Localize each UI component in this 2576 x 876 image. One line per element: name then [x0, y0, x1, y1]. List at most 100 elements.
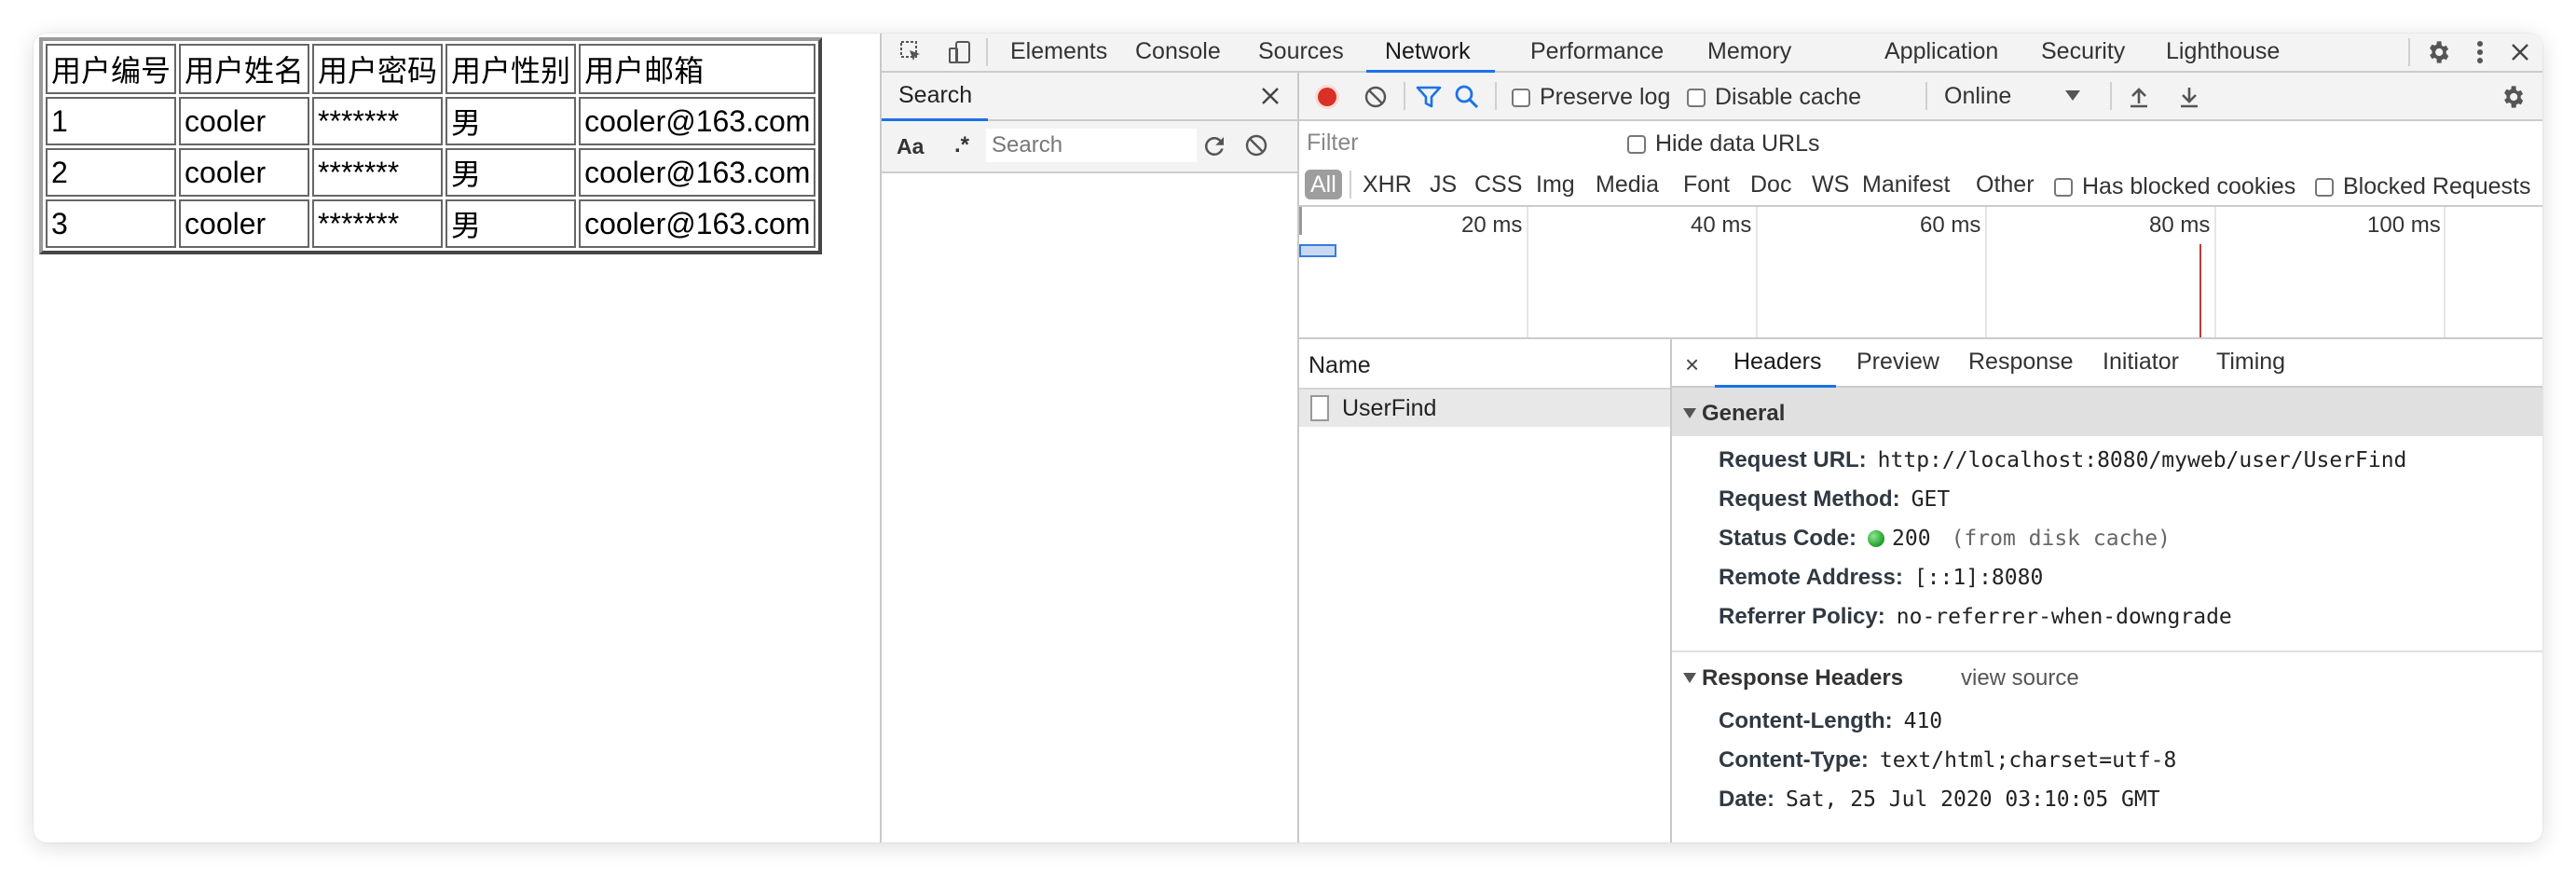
match-case-button[interactable]: Aa [897, 134, 924, 159]
close-details-icon[interactable]: × [1685, 350, 1699, 379]
tab-elements[interactable]: Elements [1010, 34, 1107, 71]
timeline-gridline [2444, 207, 2446, 337]
tab-sources[interactable]: Sources [1258, 34, 1344, 71]
checkbox-box[interactable] [2054, 177, 2073, 197]
toolbar-separator [1350, 171, 1351, 198]
request-details: × Headers Preview Response Initiator Tim… [1672, 339, 2542, 842]
type-filter-other[interactable]: Other [1972, 170, 2038, 199]
type-filter-all[interactable]: All [1305, 170, 1342, 199]
search-icon[interactable] [1452, 82, 1482, 112]
import-har-icon[interactable] [2125, 84, 2153, 110]
tab-security[interactable]: Security [2041, 34, 2125, 71]
triangle-down-icon [1683, 408, 1696, 418]
filter-input[interactable] [1305, 127, 1616, 158]
preserve-log-label: Preserve log [1540, 84, 1671, 110]
tab-application[interactable]: Application [1884, 34, 1998, 71]
table-cell: 2 [46, 148, 177, 197]
content-type-row: Content-Type: text/html;charset=utf-8 [1719, 747, 2176, 773]
type-filter-img[interactable]: Img [1532, 170, 1579, 199]
close-devtools-icon[interactable] [2503, 34, 2537, 71]
checkbox-box[interactable] [1512, 88, 1530, 107]
regex-button[interactable]: .* [954, 132, 969, 158]
request-row[interactable]: UserFind [1299, 390, 1670, 427]
tab-response[interactable]: Response [1968, 339, 2074, 386]
tab-network[interactable]: Network [1385, 34, 1471, 71]
search-panel-header: Search [882, 73, 1297, 121]
disable-cache-checkbox[interactable]: Disable cache [1687, 84, 1861, 111]
settings-gear-icon[interactable] [2419, 34, 2457, 71]
search-panel-title[interactable]: Search [898, 73, 972, 117]
refresh-icon[interactable] [1200, 132, 1228, 160]
general-section-title: General [1702, 401, 1786, 426]
throttling-select[interactable]: Online [1944, 73, 2011, 119]
blocked-requests-checkbox[interactable]: Blocked Requests [2315, 173, 2531, 200]
filter-icon[interactable] [1415, 84, 1443, 110]
device-toolbar-icon[interactable] [941, 34, 979, 71]
has-blocked-cookies-checkbox[interactable]: Has blocked cookies [2054, 173, 2295, 200]
timeline-request-bar [1299, 244, 1336, 257]
status-code-row: Status Code: 200 (from disk cache) [1719, 526, 2171, 552]
inspect-element-icon[interactable] [893, 34, 930, 71]
filter-row: Hide data URLs [1299, 121, 2542, 162]
table-cell: cooler [179, 148, 310, 197]
more-options-icon[interactable] [2466, 34, 2494, 71]
clear-log-icon[interactable] [1363, 84, 1389, 110]
header-key: Request URL: [1719, 447, 1867, 472]
table-header-cell: 用户邮箱 [579, 44, 816, 94]
toolbar-separator [2408, 38, 2410, 66]
tab-performance[interactable]: Performance [1530, 34, 1664, 71]
tab-lighthouse[interactable]: Lighthouse [2166, 34, 2280, 71]
timeline-tick-label: 40 ms [1691, 212, 1752, 238]
request-list: Name UserFind [1299, 339, 1672, 842]
close-search-icon[interactable] [1258, 84, 1282, 108]
network-settings-gear-icon[interactable] [2498, 82, 2528, 112]
header-value: no-referrer-when-downgrade [1896, 605, 2232, 629]
checkbox-box[interactable] [1687, 88, 1706, 107]
tab-preview[interactable]: Preview [1857, 339, 1939, 386]
timeline-gridline [1756, 207, 1758, 337]
type-filter-ws[interactable]: WS [1808, 170, 1853, 199]
record-icon[interactable] [1312, 82, 1342, 112]
tab-timing[interactable]: Timing [2216, 339, 2285, 386]
tab-memory[interactable]: Memory [1707, 34, 1791, 71]
network-toolbar: Preserve log Disable cache Online [1299, 73, 2542, 121]
type-filter-font[interactable]: Font [1679, 170, 1733, 199]
blocked-requests-label: Blocked Requests [2343, 173, 2531, 199]
triangle-down-icon [1683, 673, 1696, 683]
timeline-overview[interactable]: 20 ms 40 ms 60 ms 80 ms 100 ms [1299, 207, 2542, 339]
checkbox-box[interactable] [1627, 134, 1646, 154]
table-cell: 男 [445, 97, 577, 145]
type-filter-doc[interactable]: Doc [1747, 170, 1795, 199]
name-column-header[interactable]: Name [1309, 352, 1371, 379]
preserve-log-checkbox[interactable]: Preserve log [1512, 84, 1670, 111]
search-input[interactable] [986, 129, 1197, 162]
remote-address-row: Remote Address: [::1]:8080 [1719, 565, 2043, 591]
clear-icon[interactable] [1243, 132, 1271, 160]
toolbar-separator [1925, 82, 1927, 110]
type-filter-xhr[interactable]: XHR [1359, 170, 1416, 199]
type-filter-js[interactable]: JS [1426, 170, 1460, 199]
type-filter-manifest[interactable]: Manifest [1858, 170, 1953, 199]
checkbox-box[interactable] [2315, 177, 2334, 197]
hide-data-urls-checkbox[interactable]: Hide data URLs [1627, 130, 1819, 157]
type-filter-media[interactable]: Media [1592, 170, 1663, 199]
header-key: Referrer Policy: [1719, 604, 1885, 629]
general-section-header[interactable]: General [1672, 388, 2542, 436]
tab-headers[interactable]: Headers [1733, 339, 1822, 386]
status-note: (from disk cache) [1951, 527, 2171, 551]
network-panel: Preserve log Disable cache Online Filter… [1299, 73, 2542, 842]
timeline-tick-label: 80 ms [2149, 212, 2211, 238]
header-value: GET [1911, 487, 1951, 512]
request-name: UserFind [1342, 395, 1437, 421]
chevron-down-icon[interactable] [2065, 90, 2080, 101]
toolbar-separator [2110, 82, 2112, 110]
export-har-icon[interactable] [2175, 84, 2203, 110]
tab-console[interactable]: Console [1135, 34, 1221, 71]
timeline-tick-label: 20 ms [1461, 212, 1523, 238]
type-filter-css[interactable]: CSS [1471, 170, 1526, 199]
view-source-link[interactable]: view source [1961, 665, 2079, 691]
header-key: Status Code: [1719, 526, 1857, 551]
response-headers-section-header[interactable]: Response Headers view source [1672, 652, 2542, 701]
tab-initiator[interactable]: Initiator [2103, 339, 2179, 386]
timeline-start-marker [1299, 207, 1302, 235]
